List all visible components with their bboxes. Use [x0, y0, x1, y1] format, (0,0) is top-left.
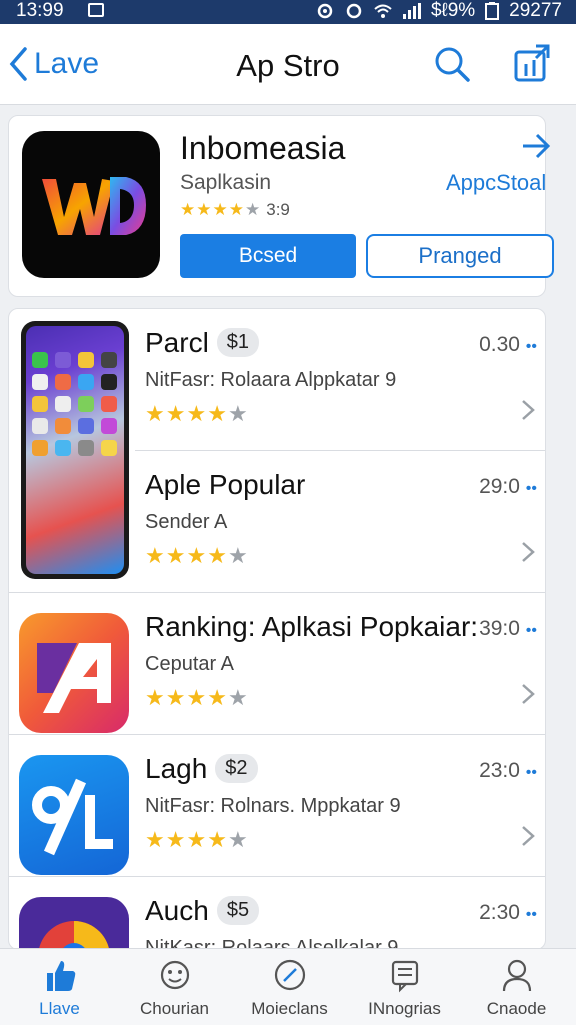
star-icon: ★: [228, 200, 244, 219]
compass-icon: [274, 959, 306, 991]
app-title: Aple Popular: [145, 469, 306, 500]
app-title: Ranking: Aplkasi Popkaiar:: [145, 611, 479, 642]
tab-label: INnogrias: [368, 999, 441, 1018]
chevron-right-icon[interactable]: [521, 683, 535, 705]
rating-value: 3:9: [266, 200, 290, 219]
app-time: 0.30 ••: [479, 333, 537, 356]
tab-home[interactable]: Llave: [2, 949, 117, 1025]
star-icon: ★: [245, 200, 261, 219]
tab-cnaode[interactable]: Cnaode: [459, 949, 574, 1025]
rating-stars: ★ ★ ★ ★ ★: [145, 827, 248, 852]
star-icon: ★: [212, 200, 228, 219]
star-icon: ★: [180, 200, 196, 219]
more-icon: ••: [525, 622, 537, 639]
app-title: Auch $5: [145, 895, 260, 927]
sync-icon: [346, 3, 362, 19]
app-subtitle: NitFasr: Rolnars. Mppkatar 9: [145, 795, 401, 817]
status-time: 13:99: [16, 0, 64, 21]
app-subtitle: Sender A: [145, 511, 228, 533]
chevron-right-icon[interactable]: [521, 399, 535, 421]
tab-moieclans[interactable]: Moieclans: [232, 949, 347, 1025]
signal-icon: [402, 3, 421, 19]
app-icon: [19, 897, 129, 949]
tab-label: Cnaode: [486, 999, 547, 1018]
app-time: 2:30 ••: [479, 901, 537, 924]
price-badge[interactable]: $5: [216, 896, 260, 925]
chevron-right-icon[interactable]: [521, 541, 535, 563]
price-badge[interactable]: $1: [216, 328, 260, 357]
search-icon[interactable]: [432, 44, 472, 84]
arrow-right-icon[interactable]: [521, 132, 551, 160]
secondary-action-button[interactable]: Pranged: [366, 234, 554, 278]
tab-label: Moieclans: [251, 999, 328, 1018]
list-item[interactable]: Auch $5 NitKasr: Rolaars Alselkalar 9 2:3…: [9, 877, 545, 949]
rating-stars: ★ ★ ★ ★ ★: [145, 401, 248, 426]
status-clock: 29277: [509, 0, 562, 21]
featured-app-card[interactable]: Inbomeasia Saplkasin ★ ★ ★ ★ ★ 3:9 AppcStoal…: [8, 115, 554, 297]
featured-app-title: Inbomeasia: [180, 130, 346, 166]
share-icon[interactable]: [512, 42, 552, 84]
primary-action-button[interactable]: Bcsed: [180, 234, 356, 278]
app-list: Parcl $1 NitFasr: Rolaara Alppkatar 9 ★ ★ ★…: [8, 308, 546, 950]
more-icon: ••: [525, 338, 537, 355]
featured-app-icon: [22, 131, 160, 278]
gallery-icon: [88, 3, 104, 17]
battery-text: $ℓ9%: [430, 0, 476, 21]
more-icon: ••: [525, 764, 537, 781]
featured-app-subtitle: Saplkasin: [180, 171, 272, 194]
app-icon: [19, 613, 129, 733]
app-subtitle: NitFasr: Rolaara Alppkatar 9: [145, 369, 397, 391]
tab-innogrias[interactable]: INnogrias: [347, 949, 462, 1025]
person-icon: [502, 959, 532, 992]
app-subtitle: Ceputar A: [145, 653, 234, 675]
price-badge[interactable]: $2: [215, 754, 258, 783]
list-item[interactable]: Lagh $2 NitFasr: Rolnars. Mppkatar 9 ★ ★ ★ ★…: [9, 735, 545, 877]
app-title: Lagh $2: [145, 753, 258, 785]
app-time: 23:0 ••: [479, 759, 537, 782]
status-bar: 13:99 $ℓ9% 29277: [0, 0, 576, 24]
document-icon: [391, 960, 419, 993]
more-icon: ••: [525, 906, 537, 923]
list-item[interactable]: Ranking: Aplkasi Popkaiar: Ceputar A ★ ★ ★…: [9, 593, 545, 735]
navigation-bar: Lave Ap Stro: [0, 24, 576, 105]
page-title: Ap Stro: [236, 48, 340, 83]
app-icon: [19, 755, 129, 875]
app-time: 39:0 ••: [479, 617, 537, 640]
battery-icon: [485, 2, 500, 20]
more-icon: ••: [525, 480, 537, 497]
chevron-right-icon[interactable]: [521, 825, 535, 847]
face-icon: [160, 960, 190, 990]
rating-stars: ★ ★ ★ ★ ★: [145, 543, 248, 568]
featured-rating: ★ ★ ★ ★ ★ 3:9: [180, 200, 290, 220]
list-item[interactable]: Aple Popular Sender A ★ ★ ★ ★ ★ 29:0 ••: [9, 451, 545, 593]
settings-icon: [317, 3, 333, 19]
rating-stars: ★ ★ ★ ★ ★: [180, 200, 260, 220]
star-icon: ★: [196, 200, 212, 219]
app-time: 29:0 ••: [479, 475, 537, 498]
tab-label: Chourian: [140, 999, 209, 1018]
app-store-link[interactable]: AppcStoal: [446, 170, 546, 196]
wifi-icon: [374, 4, 392, 18]
app-title: Parcl $1: [145, 327, 260, 359]
tab-bar: Llave Chourian Moieclans INnogrias Cnaod…: [0, 948, 576, 1025]
tab-label: Llave: [39, 999, 80, 1018]
rating-stars: ★ ★ ★ ★ ★: [145, 685, 248, 710]
list-item[interactable]: Parcl $1 NitFasr: Rolaara Alppkatar 9 ★ ★ ★…: [9, 309, 545, 451]
status-icons: $ℓ9% 29277: [315, 0, 562, 22]
thumbs-up-icon: [47, 961, 76, 991]
tab-chourian[interactable]: Chourian: [117, 949, 232, 1025]
